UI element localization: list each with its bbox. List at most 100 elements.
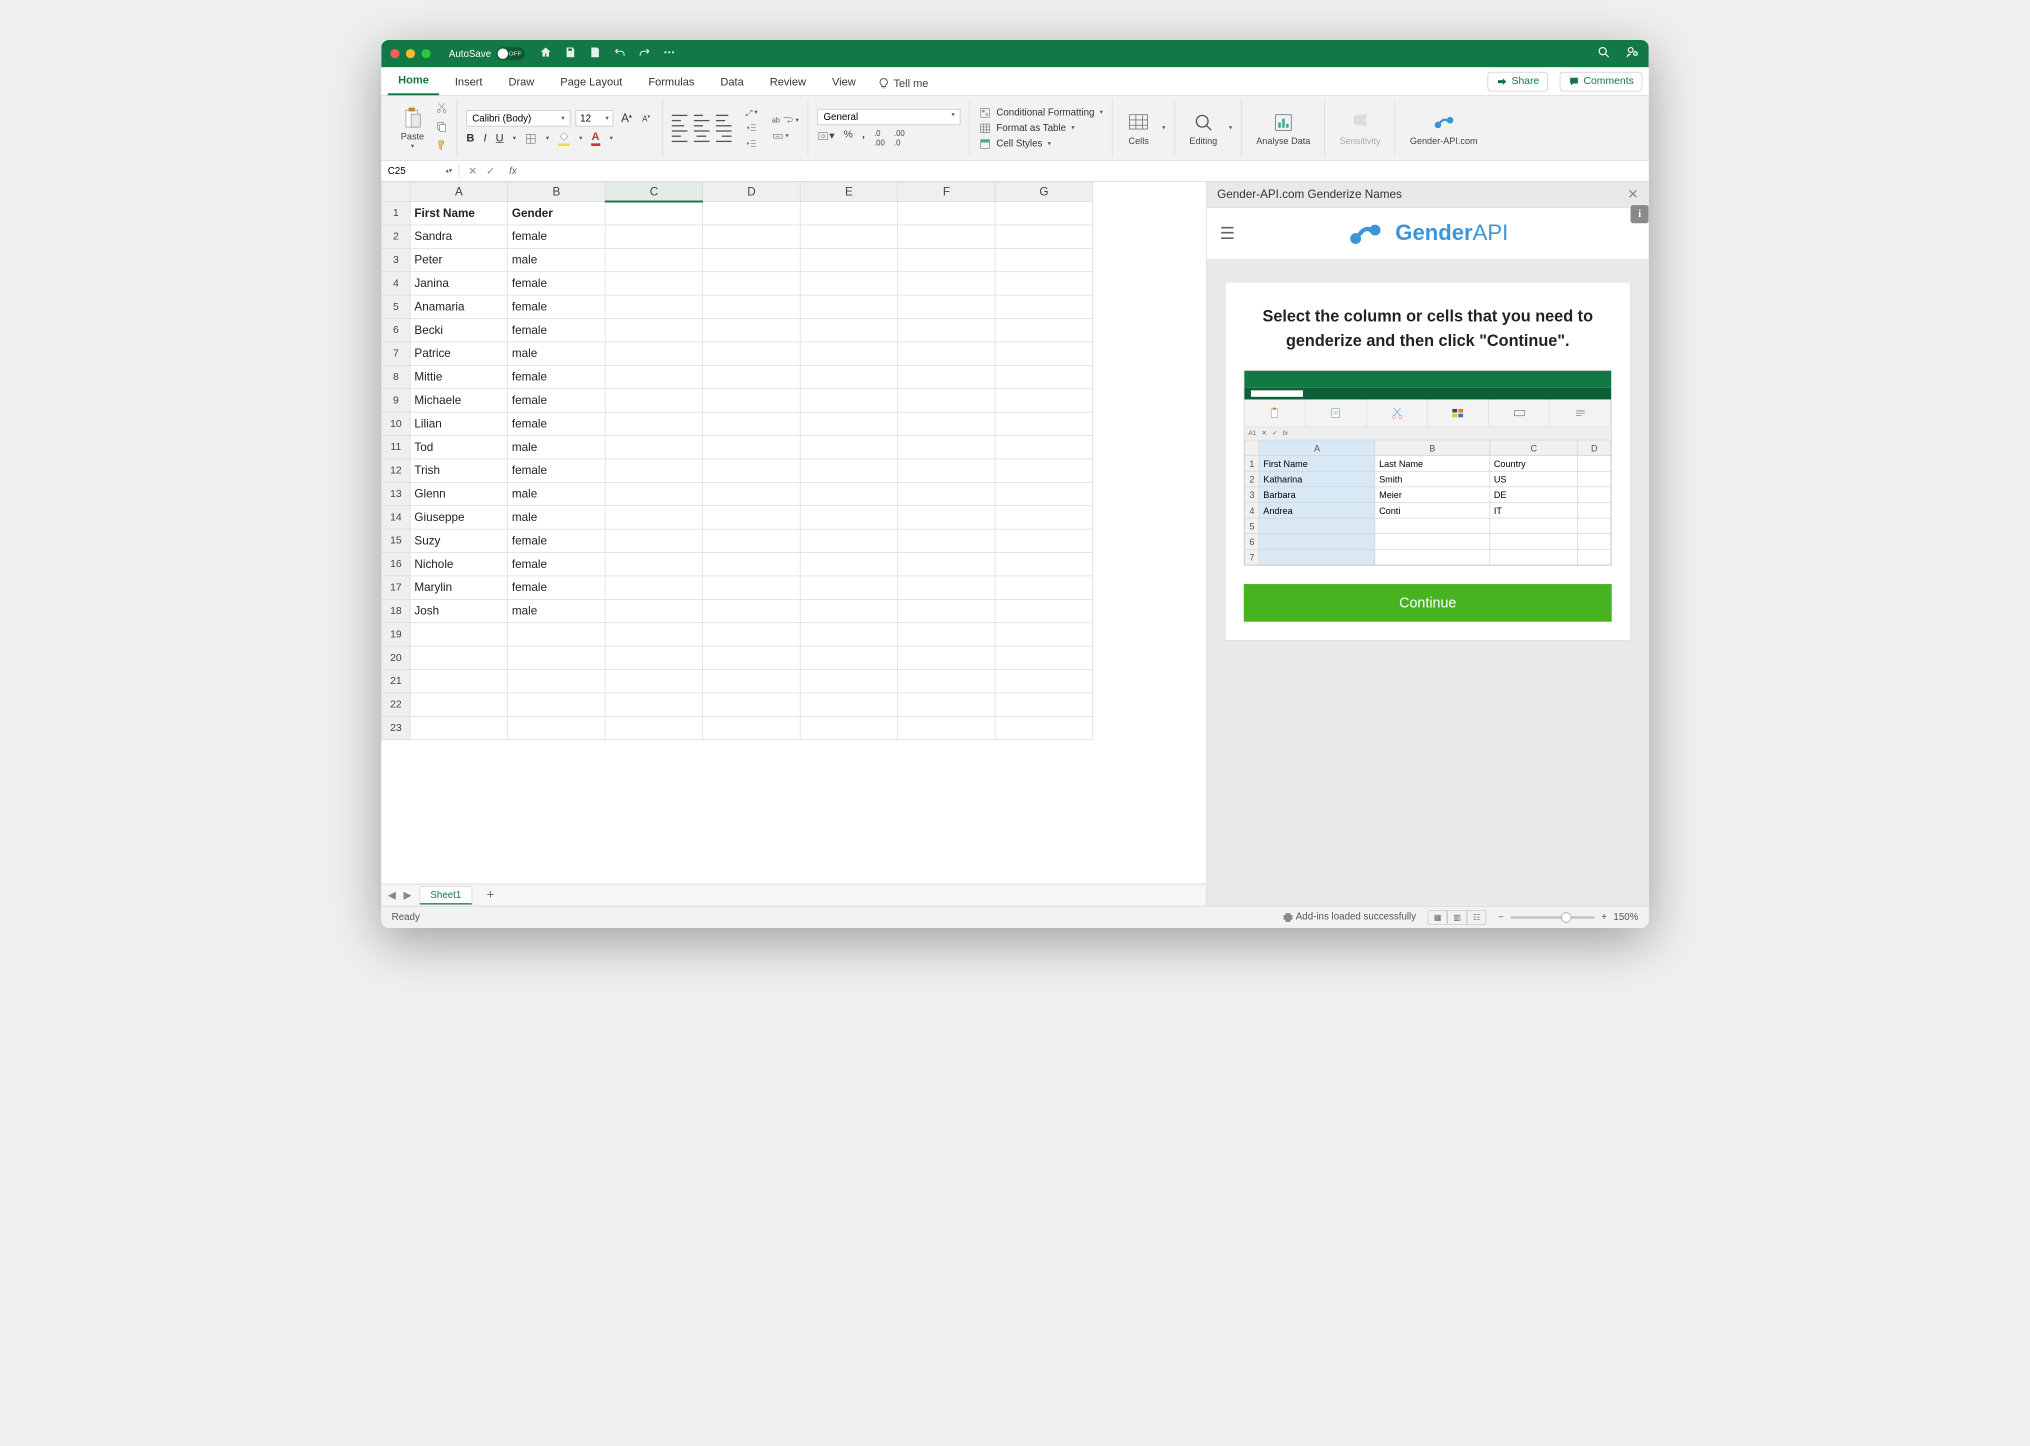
tab-insert[interactable]: Insert — [444, 71, 492, 96]
cell[interactable] — [800, 319, 898, 342]
cell[interactable] — [995, 553, 1093, 576]
cell[interactable] — [898, 716, 996, 739]
row-header[interactable]: 1 — [382, 202, 411, 225]
cell[interactable] — [898, 506, 996, 529]
fill-color-button[interactable] — [558, 130, 570, 146]
row-header[interactable]: 17 — [382, 576, 411, 599]
cell[interactable]: male — [508, 342, 606, 365]
cell[interactable] — [410, 693, 508, 716]
cell[interactable] — [800, 553, 898, 576]
cancel-formula-icon[interactable]: ✕ — [468, 164, 477, 177]
cell[interactable] — [800, 295, 898, 318]
cell[interactable] — [995, 576, 1093, 599]
decrease-decimal-icon[interactable]: .00.0 — [894, 129, 905, 147]
align-right-icon[interactable] — [716, 130, 732, 142]
cell[interactable]: First Name — [410, 202, 508, 225]
row-header[interactable]: 19 — [382, 623, 411, 646]
cell[interactable] — [605, 599, 703, 622]
cell[interactable] — [800, 670, 898, 693]
align-center-icon[interactable] — [694, 130, 710, 142]
cell[interactable]: female — [508, 529, 606, 552]
sensitivity-button[interactable]: Sensitivity — [1334, 109, 1385, 147]
cell[interactable] — [605, 202, 703, 225]
row-header[interactable]: 13 — [382, 482, 411, 505]
cell[interactable] — [605, 459, 703, 482]
align-bottom-icon[interactable] — [716, 114, 732, 126]
comments-button[interactable]: Comments — [1559, 72, 1642, 92]
cell[interactable] — [703, 646, 801, 669]
tab-home[interactable]: Home — [388, 69, 440, 96]
name-box[interactable]: C25▴▾ — [381, 164, 459, 179]
page-break-view-icon[interactable]: ☷ — [1467, 910, 1487, 924]
cell[interactable] — [703, 459, 801, 482]
font-color-button[interactable]: A — [591, 130, 600, 146]
format-painter-icon[interactable] — [436, 139, 448, 154]
save-icon[interactable] — [564, 46, 577, 62]
cell[interactable]: Josh — [410, 599, 508, 622]
maximize-window-icon[interactable] — [422, 49, 431, 58]
cell[interactable] — [898, 693, 996, 716]
genderapi-addin-button[interactable]: Gender-API.com — [1405, 109, 1483, 147]
cell[interactable] — [605, 576, 703, 599]
bold-button[interactable]: B — [466, 132, 474, 145]
cut-icon[interactable] — [436, 102, 448, 117]
wrap-text-icon[interactable]: ab▾ — [772, 114, 799, 126]
cell[interactable] — [605, 670, 703, 693]
cell[interactable]: Tod — [410, 436, 508, 459]
zoom-in-icon[interactable]: + — [1601, 912, 1607, 923]
cell[interactable]: Gender — [508, 202, 606, 225]
cell[interactable] — [898, 553, 996, 576]
shrink-font-icon[interactable]: A▾ — [640, 113, 653, 123]
cell[interactable] — [410, 646, 508, 669]
underline-button[interactable]: U — [496, 132, 504, 145]
align-top-icon[interactable] — [672, 114, 688, 126]
zoom-out-icon[interactable]: − — [1498, 912, 1504, 923]
row-header[interactable]: 4 — [382, 272, 411, 295]
cell[interactable] — [703, 670, 801, 693]
sheet-nav-next-icon[interactable]: ▶ — [404, 889, 412, 902]
search-icon[interactable] — [1585, 51, 1611, 62]
cell[interactable] — [898, 248, 996, 271]
cell[interactable] — [703, 436, 801, 459]
cell[interactable] — [995, 716, 1093, 739]
cell[interactable]: female — [508, 225, 606, 248]
row-header[interactable]: 12 — [382, 459, 411, 482]
info-icon[interactable]: i — [1631, 205, 1649, 223]
normal-view-icon[interactable]: ▦ — [1428, 910, 1448, 924]
cell[interactable] — [703, 553, 801, 576]
cell[interactable] — [605, 295, 703, 318]
cell[interactable] — [605, 342, 703, 365]
cell[interactable] — [605, 623, 703, 646]
tab-page-layout[interactable]: Page Layout — [550, 71, 633, 96]
align-middle-icon[interactable] — [694, 114, 710, 126]
cell[interactable] — [800, 272, 898, 295]
cell[interactable] — [800, 342, 898, 365]
cell[interactable] — [898, 295, 996, 318]
align-left-icon[interactable] — [672, 130, 688, 142]
cell[interactable] — [995, 272, 1093, 295]
cell[interactable]: male — [508, 248, 606, 271]
cell[interactable]: Patrice — [410, 342, 508, 365]
cell[interactable] — [995, 295, 1093, 318]
cell[interactable] — [898, 599, 996, 622]
cell[interactable] — [995, 670, 1093, 693]
cell[interactable] — [605, 436, 703, 459]
cell[interactable]: Becki — [410, 319, 508, 342]
column-header-e[interactable]: E — [800, 182, 898, 202]
cell[interactable] — [898, 623, 996, 646]
border-button[interactable] — [525, 132, 537, 145]
cell[interactable] — [898, 436, 996, 459]
cell[interactable] — [703, 716, 801, 739]
row-header[interactable]: 8 — [382, 365, 411, 388]
cell[interactable] — [898, 459, 996, 482]
row-header[interactable]: 11 — [382, 436, 411, 459]
cell[interactable]: female — [508, 365, 606, 388]
cell[interactable] — [898, 225, 996, 248]
tab-formulas[interactable]: Formulas — [638, 71, 705, 96]
tab-draw[interactable]: Draw — [498, 71, 545, 96]
cell[interactable] — [605, 716, 703, 739]
cell[interactable] — [995, 599, 1093, 622]
share-button[interactable]: Share — [1488, 72, 1548, 92]
cell[interactable] — [605, 365, 703, 388]
cell[interactable] — [703, 365, 801, 388]
